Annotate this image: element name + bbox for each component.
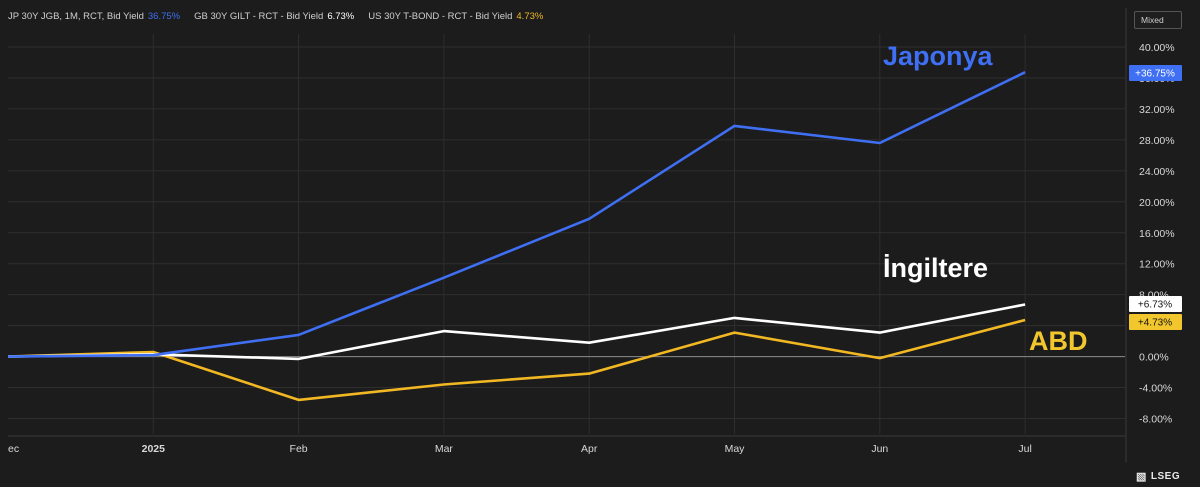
legend-item-gb[interactable]: GB 30Y GILT - RCT - Bid Yield 6.73% bbox=[194, 11, 354, 27]
x-tick-label: May bbox=[725, 443, 746, 455]
legend: JP 30Y JGB, 1M, RCT, Bid Yield 36.75% GB … bbox=[8, 11, 557, 27]
end-tag-label: +4.73% bbox=[1138, 318, 1172, 329]
brand-logo: ▧ LSEG bbox=[1136, 470, 1180, 483]
legend-value: 36.75% bbox=[147, 11, 181, 22]
y-tick-label: 20.00% bbox=[1139, 197, 1175, 209]
legend-item-us[interactable]: US 30Y T-BOND - RCT - Bid Yield 4.73% bbox=[368, 11, 543, 27]
lseg-logo-icon: ▧ bbox=[1136, 471, 1147, 483]
legend-value: 4.73% bbox=[516, 11, 544, 22]
y-tick-label: 40.00% bbox=[1139, 42, 1175, 54]
legend-value: 6.73% bbox=[327, 11, 355, 22]
legend-item-jp[interactable]: JP 30Y JGB, 1M, RCT, Bid Yield 36.75% bbox=[8, 11, 180, 27]
x-tick-label: 2025 bbox=[142, 443, 166, 455]
annotation-label: Japonya bbox=[883, 41, 994, 71]
y-tick-label: 28.00% bbox=[1139, 135, 1175, 147]
x-axis[interactable]: ec 2025 Feb Mar Apr May Jun Jul bbox=[8, 435, 1125, 455]
y-tick-label: 32.00% bbox=[1139, 104, 1175, 116]
annotations: Japonya İngiltere ABD bbox=[883, 41, 1088, 356]
series-lines bbox=[7, 71, 1026, 402]
x-tick-label: Apr bbox=[581, 443, 598, 455]
scale-mode-button[interactable]: Mixed bbox=[1134, 11, 1182, 29]
end-tag-label: +36.75% bbox=[1135, 69, 1175, 80]
annotation-label: İngiltere bbox=[883, 253, 988, 283]
x-tick-label: Jun bbox=[871, 443, 888, 455]
x-tick-label: Feb bbox=[290, 443, 308, 455]
end-tag-label: +6.73% bbox=[1138, 300, 1172, 311]
legend-label: GB 30Y GILT - RCT - Bid Yield bbox=[194, 11, 324, 22]
legend-label: JP 30Y JGB, 1M, RCT, Bid Yield bbox=[8, 11, 144, 22]
annotation-label: ABD bbox=[1029, 326, 1088, 356]
x-tick-label: Mar bbox=[435, 443, 454, 455]
y-tick-label: 16.00% bbox=[1139, 228, 1175, 240]
legend-label: US 30Y T-BOND - RCT - Bid Yield bbox=[368, 11, 513, 22]
x-tick-label: ec bbox=[8, 443, 19, 455]
y-tick-label: -4.00% bbox=[1139, 383, 1172, 395]
brand-name: LSEG bbox=[1150, 471, 1181, 482]
y-tick-label: 24.00% bbox=[1139, 166, 1175, 178]
y-tick-label: 12.00% bbox=[1139, 259, 1175, 271]
chart-svg: JaponyaİngiltereABD 40.00%36.00%32.00%28… bbox=[7, 8, 1182, 462]
y-tick-label: -8.00% bbox=[1139, 414, 1172, 426]
series-line-jp bbox=[7, 71, 1026, 358]
y-tick-label: 0.00% bbox=[1139, 352, 1169, 364]
chart-frame: JaponyaİngiltereABD 40.00%36.00%32.00%28… bbox=[0, 0, 1200, 487]
x-tick-label: Jul bbox=[1018, 443, 1031, 455]
series-line-gb bbox=[7, 303, 1026, 361]
